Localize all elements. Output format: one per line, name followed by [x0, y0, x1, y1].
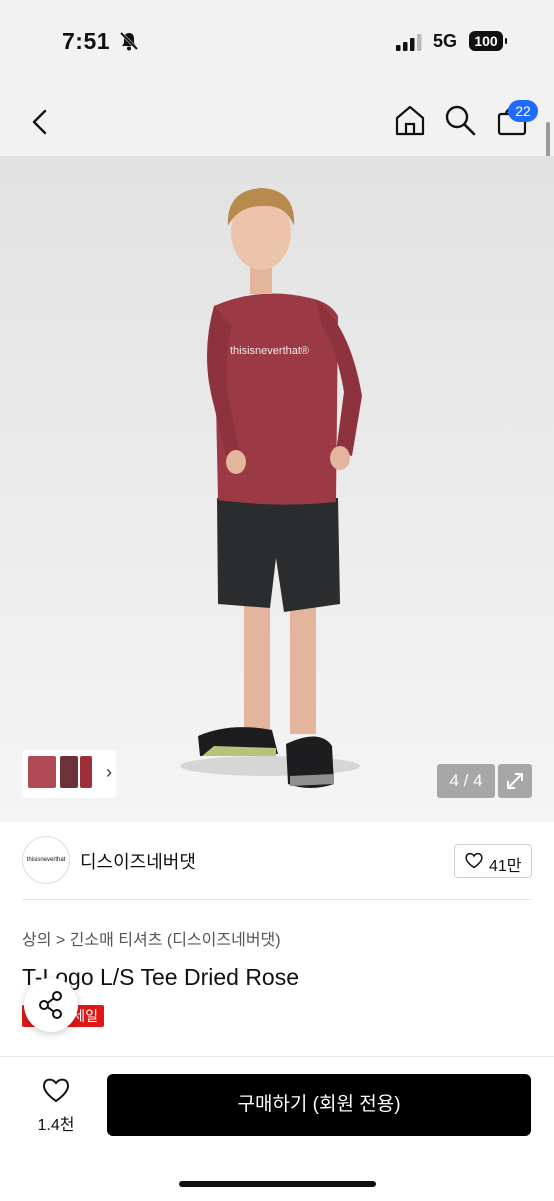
thumbnail-strip[interactable]: › [22, 750, 116, 798]
expand-icon[interactable] [498, 764, 532, 798]
product-image-gallery[interactable]: thisisneverthat® › 4 / 4 [0, 156, 554, 822]
home-indicator [179, 1181, 376, 1187]
category-breadcrumb[interactable]: 상의 > 긴소매 티셔츠 (디스이즈네버댓) [22, 926, 281, 950]
status-bar: 7:51 5G 100 [0, 0, 554, 80]
brand-like-count: 41만 [489, 858, 522, 875]
network-label: 5G [433, 31, 458, 51]
share-button[interactable] [24, 978, 78, 1032]
wishlist-count: 1.4천 [37, 1117, 75, 1134]
bell-muted-icon [119, 31, 139, 51]
home-icon[interactable] [392, 102, 428, 138]
brand-like-button[interactable]: 41만 [454, 844, 532, 878]
thumbnail-longsleeve[interactable] [60, 756, 78, 788]
share-icon [39, 991, 62, 1019]
status-time: 7:51 [62, 28, 111, 54]
thumbnail-tee[interactable] [80, 756, 92, 788]
brand-logo[interactable]: thisisneverthat [22, 836, 70, 884]
nav-header: 22 [0, 80, 554, 156]
chevron-right-icon[interactable]: › [106, 762, 112, 783]
buy-button[interactable]: 구매하기 (회원 전용) [107, 1074, 531, 1136]
heart-outline-icon [465, 852, 483, 869]
signal-icon [396, 34, 422, 51]
divider [22, 899, 532, 900]
wishlist-button[interactable]: 1.4천 [26, 1073, 86, 1137]
cart-count-badge: 22 [508, 100, 538, 122]
shirt-logo-text: thisisneverthat® [230, 345, 309, 357]
battery-indicator: 100 [469, 31, 507, 51]
product-photo-model: thisisneverthat® [180, 188, 362, 788]
search-icon[interactable] [442, 102, 478, 138]
brand-name[interactable]: 디스이즈네버댓 [80, 848, 196, 874]
back-icon[interactable] [22, 104, 58, 140]
image-page-indicator: 4 / 4 [437, 764, 495, 798]
bottom-action-bar: 1.4천 구매하기 (회원 전용) [0, 1056, 554, 1201]
thumbnail-sweatshirt[interactable] [28, 756, 56, 788]
brand-row[interactable]: thisisneverthat 디스이즈네버댓 41만 [0, 822, 554, 900]
heart-outline-icon [42, 1078, 70, 1103]
